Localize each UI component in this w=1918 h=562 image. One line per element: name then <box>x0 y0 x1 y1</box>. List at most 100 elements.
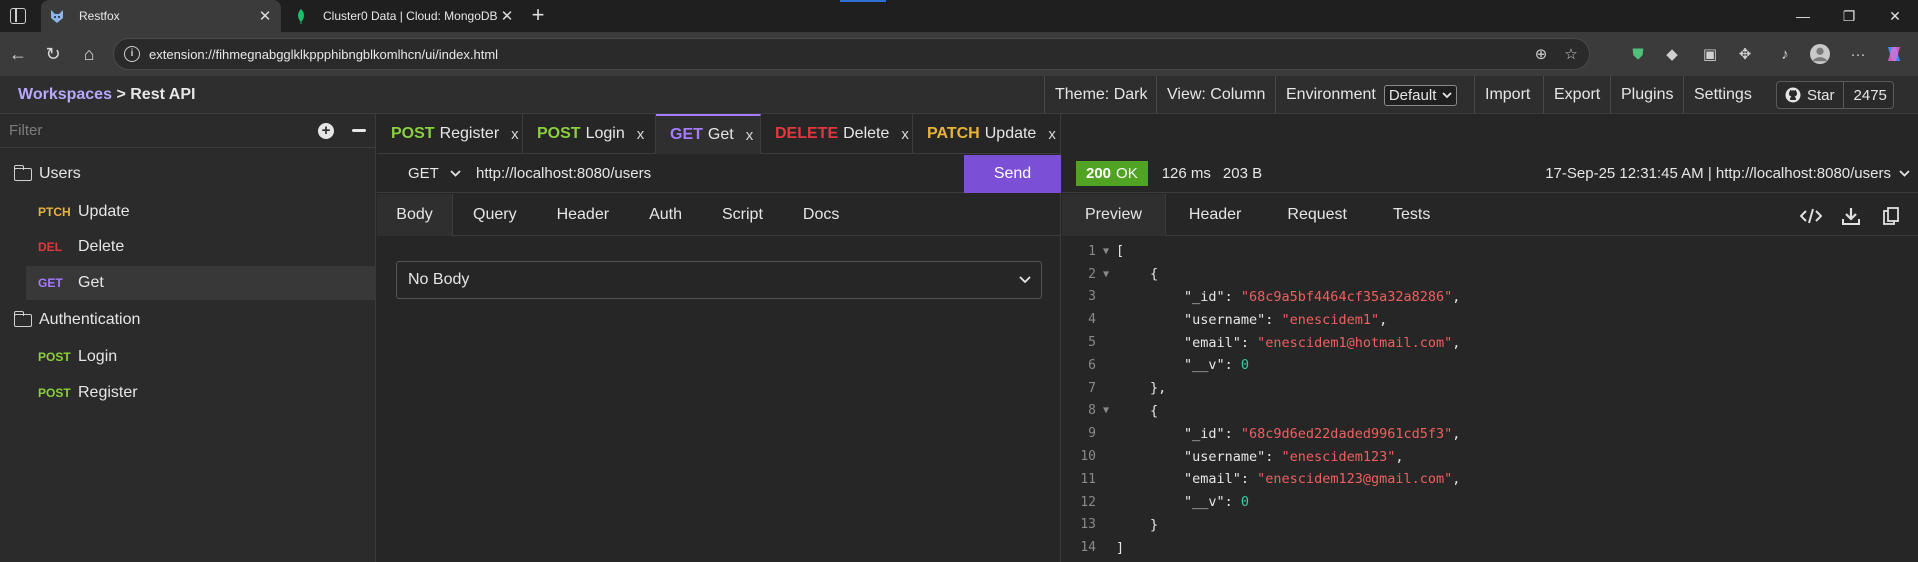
environment-selector: Environment Default <box>1275 76 1467 114</box>
method-badge: GET <box>670 126 703 143</box>
fold-arrow-icon[interactable]: ▼ <box>1096 246 1116 257</box>
tab-register[interactable]: POST Register x <box>377 114 523 154</box>
breadcrumb-workspaces[interactable]: Workspaces <box>18 86 112 103</box>
sidebar-folder-authentication[interactable]: Authentication <box>13 307 140 333</box>
screen-extension-icon[interactable]: ▣ <box>1700 44 1720 64</box>
json-punctuation: : <box>1224 425 1241 442</box>
folder-open-icon <box>13 164 32 181</box>
sidebar-item-register[interactable]: POST Register <box>26 376 376 410</box>
add-icon[interactable]: + <box>318 122 334 139</box>
tab-tests[interactable]: Tests <box>1370 194 1453 236</box>
filter-input[interactable]: Filter <box>9 122 318 139</box>
tab-query[interactable]: Query <box>453 194 537 236</box>
close-window-icon[interactable]: ✕ <box>1872 0 1918 32</box>
send-button[interactable]: Send <box>964 154 1061 193</box>
method-badge: PATCH <box>927 125 980 142</box>
home-icon[interactable]: ⌂ <box>77 42 101 66</box>
tab-auth[interactable]: Auth <box>629 194 702 236</box>
response-time: 126 ms <box>1161 165 1211 182</box>
sidebar-item-update[interactable]: PTCH Update <box>26 195 376 229</box>
json-punctuation: : <box>1265 311 1282 328</box>
sidebar-item-login[interactable]: POST Login <box>26 340 376 374</box>
performance-icon[interactable]: ♪ <box>1775 44 1795 64</box>
close-icon[interactable]: x <box>901 126 909 143</box>
response-history-select[interactable]: 17-Sep-25 12:31:45 AM | http://localhost… <box>1545 165 1910 182</box>
json-punctuation: : <box>1224 494 1241 511</box>
new-tab-icon[interactable]: + <box>526 4 550 28</box>
close-icon[interactable]: x <box>746 127 754 144</box>
code-icon[interactable] <box>1800 206 1822 226</box>
copilot-icon[interactable] <box>1884 44 1904 64</box>
fold-arrow-icon[interactable]: ▼ <box>1096 405 1116 416</box>
tab-get[interactable]: GET Get x <box>656 114 761 154</box>
zoom-icon[interactable]: ⊕ <box>1529 42 1553 66</box>
response-size: 203 B <box>1222 165 1263 182</box>
export-button[interactable]: Export <box>1543 76 1610 114</box>
line-number: 14 <box>1080 540 1096 556</box>
tab-label: Register <box>439 125 500 142</box>
close-icon[interactable]: x <box>637 126 645 143</box>
back-icon[interactable]: ← <box>6 42 30 66</box>
browser-tab-mongodb[interactable]: Cluster0 Data | Cloud: MongoDB C ✕ <box>285 0 523 32</box>
request-label: Delete <box>78 238 125 255</box>
sidebar-item-get[interactable]: GET Get <box>26 266 376 300</box>
plugins-button[interactable]: Plugins <box>1610 76 1683 114</box>
mongodb-leaf-icon <box>293 8 309 24</box>
info-icon[interactable]: i <box>124 46 140 62</box>
tab-script[interactable]: Script <box>702 194 783 236</box>
window-menu-icon[interactable] <box>10 8 26 24</box>
shield-extension-icon[interactable]: ⛊ <box>1628 44 1648 64</box>
tab-body[interactable]: Body <box>377 194 453 236</box>
tab-update[interactable]: PATCH Update x <box>913 114 1061 154</box>
view-toggle[interactable]: View: Column <box>1156 76 1275 114</box>
json-string: "enescidem1@hotmail.com" <box>1257 334 1453 351</box>
close-icon[interactable]: ✕ <box>255 7 275 25</box>
close-icon[interactable]: x <box>511 126 519 143</box>
address-bar[interactable]: i extension://fihmegnabgglklkppphibngblk… <box>113 38 1590 70</box>
settings-button[interactable]: Settings <box>1683 76 1762 114</box>
sidebar-folder-users[interactable]: Users <box>13 161 81 187</box>
avatar[interactable] <box>1810 44 1830 64</box>
restore-icon[interactable]: ❐ <box>1826 0 1872 32</box>
collapse-icon[interactable] <box>352 129 366 132</box>
tab-preview[interactable]: Preview <box>1062 194 1166 236</box>
open-request-tabs: POST Register x POST Login x GET Get x D… <box>377 114 1061 154</box>
body-type-value: No Body <box>408 271 470 288</box>
tab-login[interactable]: POST Login x <box>523 114 656 154</box>
json-punctuation: , <box>1452 334 1461 351</box>
extension-icon[interactable]: ◆ <box>1662 44 1682 64</box>
method-select[interactable]: GET <box>377 165 471 182</box>
method-badge: POST <box>38 350 71 364</box>
fold-arrow-icon[interactable]: ▼ <box>1096 269 1116 280</box>
line-number: 8 <box>1088 403 1096 419</box>
body-type-select[interactable]: No Body <box>396 261 1042 299</box>
address-url[interactable]: extension://fihmegnabgglklkppphibngblkom… <box>149 47 1529 62</box>
import-button[interactable]: Import <box>1474 76 1540 114</box>
close-icon[interactable]: ✕ <box>497 7 517 25</box>
tab-docs[interactable]: Docs <box>783 194 859 236</box>
copy-icon[interactable] <box>1880 206 1902 226</box>
json-punctuation: , <box>1379 311 1388 328</box>
favorite-star-icon[interactable]: ☆ <box>1559 42 1583 66</box>
response-tools <box>1800 206 1902 226</box>
method-badge: POST <box>537 125 581 142</box>
minimize-icon[interactable]: — <box>1780 0 1826 32</box>
code-line: 7}, <box>1062 377 1918 400</box>
theme-toggle[interactable]: Theme: Dark <box>1044 76 1157 114</box>
more-menu-icon[interactable]: ··· <box>1848 44 1868 64</box>
environment-select[interactable]: Default <box>1383 84 1458 106</box>
github-star-button[interactable]: Star 2475 <box>1776 81 1894 109</box>
sidebar-item-delete[interactable]: DEL Delete <box>26 230 376 264</box>
puzzle-extension-icon[interactable]: ✥ <box>1735 44 1755 64</box>
tab-response-header[interactable]: Header <box>1166 194 1264 236</box>
url-input[interactable]: http://localhost:8080/users <box>476 165 964 182</box>
json-number: 0 <box>1240 357 1250 374</box>
request-label: Get <box>78 274 104 291</box>
browser-tab-restfox[interactable]: Restfox ✕ <box>41 0 281 32</box>
tab-delete[interactable]: DELETE Delete x <box>761 114 913 154</box>
download-icon[interactable] <box>1840 206 1862 226</box>
tab-request[interactable]: Request <box>1264 194 1370 236</box>
tab-header[interactable]: Header <box>537 194 629 236</box>
refresh-icon[interactable]: ↻ <box>41 42 65 66</box>
close-icon[interactable]: x <box>1048 126 1056 143</box>
